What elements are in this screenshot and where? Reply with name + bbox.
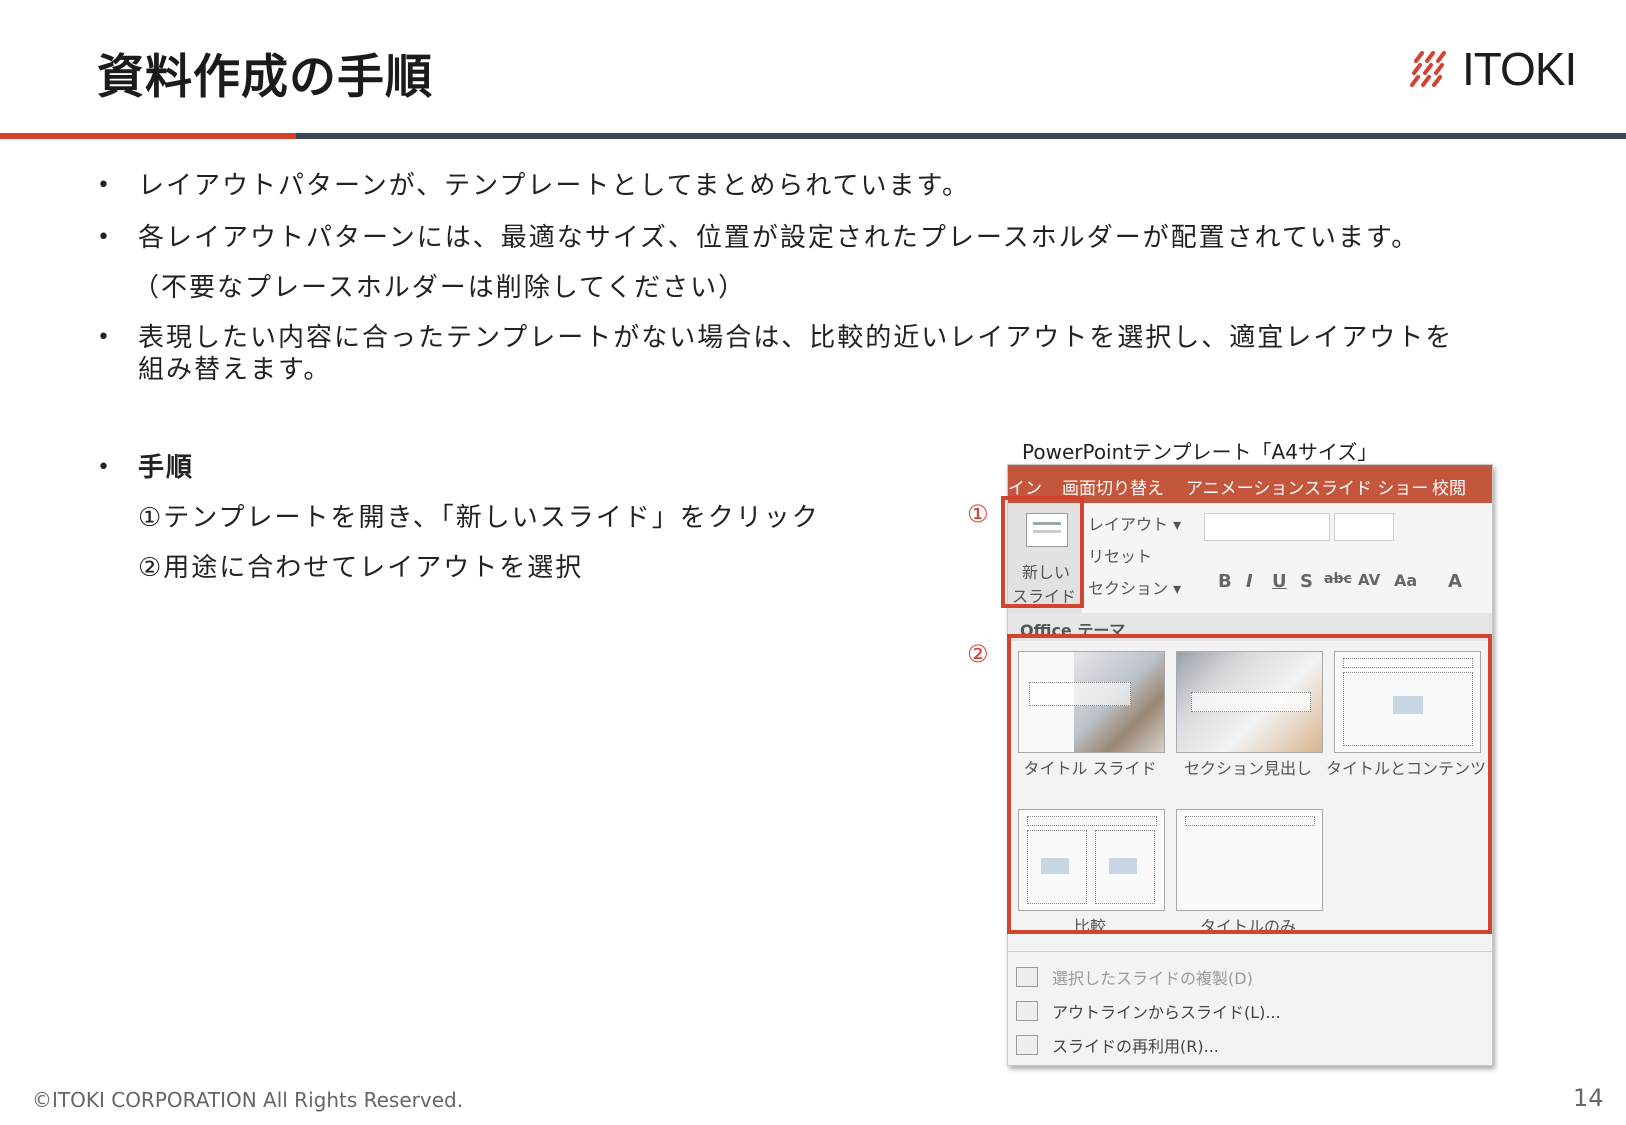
logo-text: ITOKI <box>1462 43 1577 95</box>
change-case-button[interactable]: Aa <box>1394 571 1417 590</box>
font-size-box[interactable] <box>1334 513 1394 541</box>
char-spacing-button[interactable]: AV <box>1358 571 1380 589</box>
duplicate-slides-item[interactable]: 選択したスライドの複製(D) <box>1016 965 1253 989</box>
page-number: 14 <box>1573 1084 1604 1112</box>
footer-copyright: ©ITOKI CORPORATION All Rights Reserved. <box>32 1088 464 1112</box>
itoki-logo: ITOKI <box>1410 43 1577 95</box>
strikethrough-button[interactable]: abc <box>1324 571 1352 587</box>
underline-button[interactable]: U <box>1272 571 1287 592</box>
menu-item-label: 選択したスライドの複製(D) <box>1052 969 1253 988</box>
menu-divider <box>1008 951 1492 952</box>
marker-1: ① <box>967 500 989 528</box>
shadow-button[interactable]: S <box>1300 571 1313 592</box>
layout-button[interactable]: レイアウト ▾ <box>1088 511 1181 535</box>
header-rule <box>296 133 1626 139</box>
bullet-dot: • <box>97 325 112 350</box>
header-rule-accent <box>0 133 296 139</box>
tab-slideshow[interactable]: スライド ショー <box>1304 474 1428 499</box>
bullet-dot: • <box>97 455 112 480</box>
slides-from-outline-item[interactable]: アウトラインからスライド(L)... <box>1016 999 1281 1023</box>
bullet-item: • 各レイアウトパターンには、最適なサイズ、位置が設定されたプレースホルダーが配… <box>97 222 1517 254</box>
font-color-button[interactable]: A <box>1448 571 1462 592</box>
menu-item-label: アウトラインからスライド(L)... <box>1052 1003 1281 1022</box>
bullet-dot: • <box>97 225 112 250</box>
page-title: 資料作成の手順 <box>97 50 433 105</box>
outline-icon <box>1016 1001 1038 1021</box>
bullet-item: • レイアウトパターンが、テンプレートとしてまとめられています。 <box>97 170 1517 202</box>
bullet-text: 表現したい内容に合ったテンプレートがない場合は、比較的近いレイアウトを選択し、適… <box>138 323 1454 385</box>
bullet-text: レイアウトパターンが、テンプレートとしてまとめられています。 <box>138 171 970 201</box>
reuse-icon <box>1016 1035 1038 1055</box>
tab-animations[interactable]: アニメーション <box>1186 474 1304 499</box>
section-button[interactable]: セクション ▾ <box>1088 575 1181 599</box>
bullet-note: （不要なプレースホルダーは削除してください） <box>133 273 747 303</box>
bold-button[interactable]: B <box>1218 571 1232 592</box>
tab-review[interactable]: 校閲 <box>1432 474 1466 499</box>
reuse-slides-item[interactable]: スライドの再利用(R)... <box>1016 1033 1219 1057</box>
menu-item-label: スライドの再利用(R)... <box>1052 1037 1219 1056</box>
marker-2: ② <box>967 640 989 668</box>
font-name-box[interactable] <box>1204 513 1330 541</box>
procedure-heading: 手順 <box>138 453 195 483</box>
screenshot-caption: PowerPointテンプレート「A4サイズ」 <box>1022 440 1378 464</box>
itoki-stripes-icon <box>1410 51 1446 87</box>
bullet-item: • 表現したい内容に合ったテンプレートがない場合は、比較的近いレイアウトを選択し… <box>97 322 1478 386</box>
italic-button[interactable]: I <box>1246 571 1253 592</box>
duplicate-icon <box>1016 967 1038 987</box>
highlight-new-slide <box>1001 496 1084 608</box>
bullet-dot: • <box>97 173 112 198</box>
reset-button[interactable]: リセット <box>1088 543 1152 567</box>
highlight-layouts <box>1007 634 1492 934</box>
bullet-text: 各レイアウトパターンには、最適なサイズ、位置が設定されたプレースホルダーが配置さ… <box>138 223 1420 253</box>
